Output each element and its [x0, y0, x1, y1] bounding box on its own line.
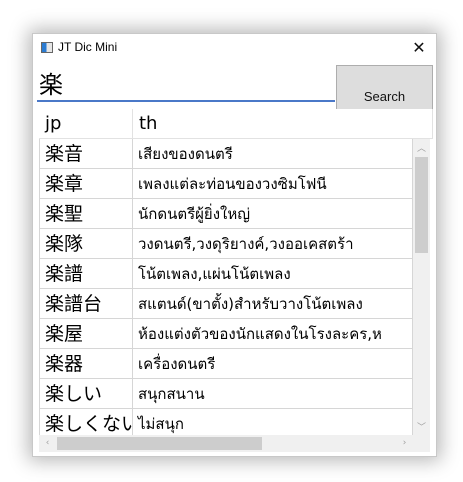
horizontal-scrollbar[interactable]: ‹ ›: [39, 435, 413, 452]
table-row[interactable]: 楽しい สนุกสนาน: [39, 379, 413, 409]
cell-th[interactable]: โน้ตเพลง,แผ่นโน้ตเพลง: [133, 259, 413, 289]
scroll-up-arrow-icon[interactable]: ︿: [413, 141, 430, 154]
cell-th[interactable]: สแตนด์(ขาตั้ง)สำหรับวางโน้ตเพลง: [133, 289, 413, 319]
cell-th[interactable]: ไม่สนุก: [133, 409, 413, 435]
app-window: JT Dic Mini ✕ Search jp th 楽音 เสียงของดน…: [32, 33, 437, 457]
cell-jp[interactable]: 楽隊: [39, 229, 133, 259]
window-title: JT Dic Mini: [58, 40, 118, 54]
vertical-scroll-thumb[interactable]: [415, 157, 428, 253]
results-grid: jp th 楽音 เสียงของดนตรี 楽章 เพลงแต่ละท่อนข…: [39, 109, 433, 454]
search-input[interactable]: [37, 64, 335, 102]
cell-th[interactable]: นักดนตรีผู้ยิ่งใหญ่: [133, 199, 413, 229]
table-row[interactable]: 楽音 เสียงของดนตรี: [39, 139, 413, 169]
table-row[interactable]: 楽譜台 สแตนด์(ขาตั้ง)สำหรับวางโน้ตเพลง: [39, 289, 413, 319]
table-row[interactable]: 楽しくない ไม่สนุก: [39, 409, 413, 435]
scroll-left-arrow-icon[interactable]: ‹: [39, 438, 56, 448]
scroll-down-arrow-icon[interactable]: ﹀: [413, 420, 430, 433]
scroll-right-arrow-icon[interactable]: ›: [396, 438, 413, 448]
cell-jp[interactable]: 楽譜台: [39, 289, 133, 319]
table-row[interactable]: 楽屋 ห้องแต่งตัวของนักแสดงในโรงละคร,ห: [39, 319, 413, 349]
cell-jp[interactable]: 楽しい: [39, 379, 133, 409]
table-row[interactable]: 楽隊 วงดนตรี,วงดุริยางค์,วงออเคสตร้า: [39, 229, 413, 259]
cell-jp[interactable]: 楽器: [39, 349, 133, 379]
column-header-th[interactable]: th: [133, 109, 433, 139]
cell-jp[interactable]: 楽譜: [39, 259, 133, 289]
table-row[interactable]: 楽聖 นักดนตรีผู้ยิ่งใหญ่: [39, 199, 413, 229]
horizontal-scroll-thumb[interactable]: [57, 437, 262, 450]
table-row[interactable]: 楽譜 โน้ตเพลง,แผ่นโน้ตเพลง: [39, 259, 413, 289]
cell-th[interactable]: วงดนตรี,วงดุริยางค์,วงออเคสตร้า: [133, 229, 413, 259]
dictionary-app-icon: [41, 42, 53, 53]
cell-th[interactable]: เสียงของดนตรี: [133, 139, 413, 169]
cell-th[interactable]: เครื่องดนตรี: [133, 349, 413, 379]
table-row[interactable]: 楽章 เพลงแต่ละท่อนของวงซิมโฟนี: [39, 169, 413, 199]
column-header-jp[interactable]: jp: [39, 109, 133, 139]
table-row[interactable]: 楽器 เครื่องดนตรี: [39, 349, 413, 379]
cell-th[interactable]: เพลงแต่ละท่อนของวงซิมโฟนี: [133, 169, 413, 199]
title-bar[interactable]: JT Dic Mini ✕: [33, 34, 436, 62]
scrollbar-corner: [413, 435, 430, 452]
cell-th[interactable]: สนุกสนาน: [133, 379, 413, 409]
cell-jp[interactable]: 楽章: [39, 169, 133, 199]
cell-jp[interactable]: 楽しくない: [39, 409, 133, 435]
cell-th[interactable]: ห้องแต่งตัวของนักแสดงในโรงละคร,ห: [133, 319, 413, 349]
cell-jp[interactable]: 楽聖: [39, 199, 133, 229]
grid-rows: 楽音 เสียงของดนตรี 楽章 เพลงแต่ละท่อนของวงซิ…: [39, 139, 413, 435]
close-icon[interactable]: ✕: [402, 34, 436, 62]
grid-header: jp th: [39, 109, 433, 139]
cell-jp[interactable]: 楽音: [39, 139, 133, 169]
vertical-scrollbar[interactable]: ︿ ﹀: [413, 139, 430, 435]
cell-jp[interactable]: 楽屋: [39, 319, 133, 349]
